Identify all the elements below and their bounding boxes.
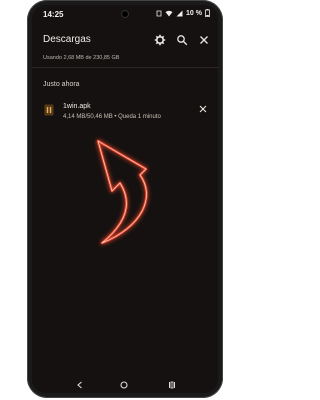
home-icon[interactable]	[120, 381, 128, 389]
battery-icon	[205, 9, 210, 17]
status-time: 14:25	[43, 10, 64, 19]
status-icons: 10 %	[156, 9, 210, 17]
recents-icon[interactable]	[168, 381, 176, 389]
download-item[interactable]: 1win.apk 4,14 MB/50,46 MB • Queda 1 minu…	[32, 99, 218, 127]
curved-arrow-overlay	[96, 139, 148, 245]
gear-icon[interactable]	[154, 34, 166, 46]
page-title: Descargas	[43, 34, 91, 45]
download-progress: 4,14 MB/50,46 MB • Queda 1 minuto	[63, 114, 161, 120]
status-bar: 14:25 10 %	[32, 5, 218, 21]
phone-screen: 14:25 10 % Descargas Usando 2,68 MB de 2…	[32, 5, 218, 393]
arrow-outline	[96, 139, 148, 245]
storage-usage: Usando 2,68 MB de 230,85 GB	[43, 55, 120, 61]
front-camera	[122, 11, 128, 17]
pause-icon[interactable]	[44, 104, 54, 116]
divider	[32, 67, 218, 68]
file-name: 1win.apk	[63, 103, 91, 110]
close-icon[interactable]	[198, 34, 210, 46]
nav-bar	[32, 379, 218, 393]
notification-icon	[156, 10, 162, 16]
wifi-icon	[165, 10, 173, 16]
search-icon[interactable]	[176, 34, 188, 46]
cancel-download-icon[interactable]	[199, 105, 207, 113]
section-header: Justo ahora	[43, 81, 80, 88]
signal-icon	[176, 10, 183, 16]
back-icon[interactable]	[76, 381, 84, 389]
battery-level: 10 %	[186, 9, 202, 17]
app-bar: Descargas	[32, 29, 218, 51]
